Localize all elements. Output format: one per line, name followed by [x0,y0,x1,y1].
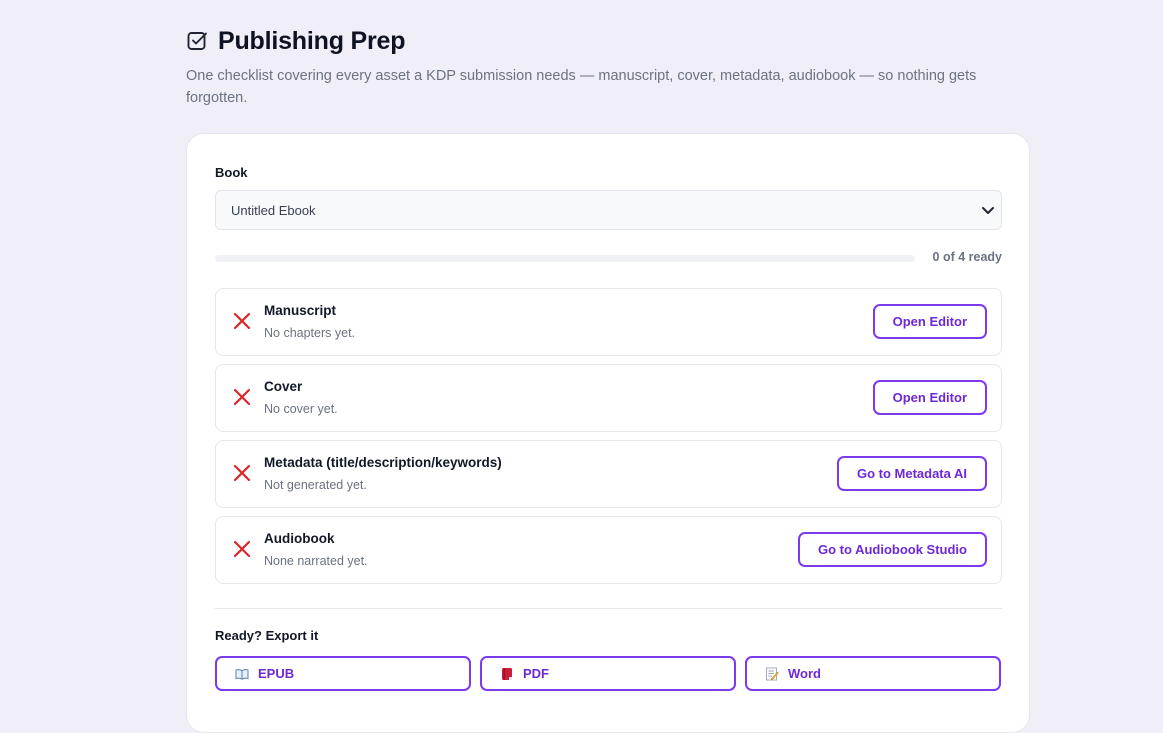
checklist-item-audiobook: Audiobook None narrated yet. Go to Audio… [215,516,1002,584]
item-title: Metadata (title/description/keywords) [264,455,502,470]
checklist-item-metadata: Metadata (title/description/keywords) No… [215,440,1002,508]
export-word-button[interactable]: Word [745,656,1001,691]
chevron-down-icon [980,202,996,218]
page-title: Publishing Prep [218,26,406,55]
memo-icon [765,667,779,681]
open-editor-button[interactable]: Open Editor [872,304,987,339]
checklist-item-manuscript: Manuscript No chapters yet. Open Editor [215,288,1002,356]
progress-bar [215,255,915,262]
go-to-audiobook-studio-button[interactable]: Go to Audiobook Studio [798,532,987,567]
ready-count: 0 of 4 ready [932,250,1002,264]
book-label: Book [215,165,248,180]
checkbox-icon [186,30,208,52]
item-title: Manuscript [264,303,337,318]
progress-row: 0 of 4 ready [215,249,1002,267]
open-cover-editor-button[interactable]: Open Editor [872,380,987,415]
item-status: No chapters yet. [264,326,356,340]
page-header: Publishing Prep One checklist covering e… [186,27,1030,109]
export-pdf-button[interactable]: PDF [480,656,736,691]
item-title: Audiobook [264,531,335,546]
page-subtitle: One checklist covering every asset a KDP… [186,68,977,106]
x-icon [232,463,252,483]
export-word-label: Word [788,666,821,681]
go-to-metadata-ai-button[interactable]: Go to Metadata AI [836,456,987,491]
red-book-icon [500,667,514,681]
open-book-icon [235,667,249,681]
item-status: Not generated yet. [264,478,367,492]
checklist-item-cover: Cover No cover yet. Open Editor [215,364,1002,432]
checklist-card: Book Untitled Ebook 0 of 4 ready Manuscr… [186,133,1030,733]
book-select[interactable]: Untitled Ebook [215,190,1002,230]
x-icon [232,539,252,559]
item-title: Cover [264,379,303,394]
item-status: No cover yet. [264,402,338,416]
export-label: Ready? Export it [215,628,319,643]
title-row: Publishing Prep [186,27,1030,55]
item-status: None narrated yet. [264,554,368,568]
book-select-value: Untitled Ebook [231,202,316,218]
divider [215,608,1002,609]
export-pdf-label: PDF [523,666,549,681]
export-epub-button[interactable]: EPUB [215,656,471,691]
x-icon [232,311,252,331]
export-epub-label: EPUB [258,666,295,681]
x-icon [232,387,252,407]
